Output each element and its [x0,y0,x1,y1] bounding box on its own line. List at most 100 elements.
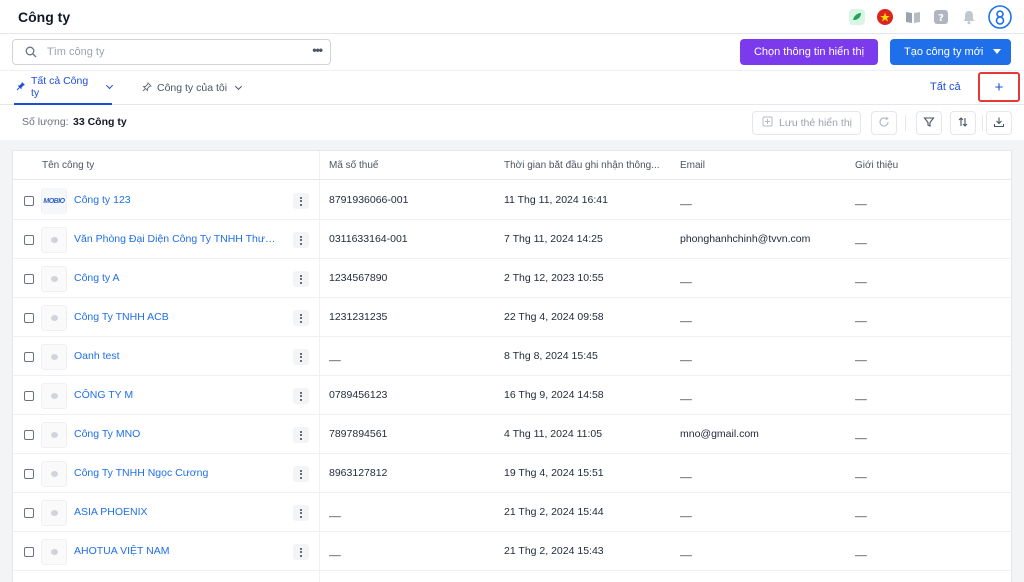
filter-button[interactable] [916,111,942,135]
row-checkbox[interactable] [24,196,34,206]
tab-all-companies[interactable]: Tất cả Công ty [14,71,114,105]
leaf-icon[interactable] [848,8,866,26]
row-checkbox[interactable] [24,469,34,479]
time-cell: 4 Thg 11, 2024 11:05 [504,428,603,440]
bell-icon[interactable] [960,8,978,26]
toolbar-divider [982,115,983,131]
flag-vn-icon[interactable] [876,8,894,26]
intro-cell: __ [855,194,867,206]
row-checkbox[interactable] [24,547,34,557]
kebab-icon[interactable] [293,271,309,287]
book-icon[interactable] [904,8,922,26]
time-cell: 21 Thg 2, 2024 15:43 [504,545,604,557]
tax-code-cell: __ [329,506,341,518]
column-header-name[interactable]: Tên công ty [42,160,94,171]
time-cell: 16 Thg 9, 2024 14:58 [504,389,604,401]
email-cell: phonghanhchinh@tvvn.com [680,233,811,245]
save-view-button[interactable]: Lưu thẻ hiển thị [752,111,861,135]
company-name-link[interactable]: CÔNG TY M [74,389,281,401]
kebab-icon[interactable] [293,388,309,404]
chevron-down-icon [106,81,114,90]
kebab-icon[interactable] [293,544,309,560]
time-cell: 7 Thg 11, 2024 14:25 [504,233,603,245]
company-logo [41,461,67,487]
table-row[interactable]: Văn Phòng Đại Diện Công Ty TNHH Thương M… [13,220,1011,259]
row-checkbox[interactable] [24,352,34,362]
company-logo [41,266,67,292]
column-header-time[interactable]: Thời gian bắt đầu ghi nhận thông... [504,160,664,171]
table-row[interactable]: MOBIO Công ty 123 8791936066-001 11 Thg 11,… [13,181,1011,220]
kebab-icon[interactable] [293,349,309,365]
caret-down-icon[interactable] [993,49,1001,54]
column-header-intro[interactable]: Giới thiệu [855,160,898,171]
time-cell: 19 Thg 4, 2024 15:51 [504,467,604,479]
choose-display-button[interactable]: Chọn thông tin hiển thị [740,39,878,65]
intro-cell: __ [855,272,867,284]
company-logo [41,539,67,565]
table-row[interactable]: CÔNG TY M 0789456123 16 Thg 9, 2024 14:58 _… [13,376,1011,415]
kebab-icon[interactable] [293,505,309,521]
column-header-email[interactable]: Email [680,160,705,171]
add-view-button[interactable]: + [978,72,1020,102]
table-row[interactable]: Oanh test __ 8 Thg 8, 2024 15:45 __ __ [13,337,1011,376]
table-row[interactable]: ASIA PHOENIX __ 21 Thg 2, 2024 15:44 __ __ [13,493,1011,532]
table-row[interactable]: AHOTUA VIỆT NAM __ 21 Thg 2, 2024 15:43 __ _… [13,532,1011,571]
row-checkbox[interactable] [24,391,34,401]
logo-placeholder-icon [50,237,58,243]
sort-button[interactable] [950,111,976,135]
table-row[interactable]: Công Ty TNHH Ngọc Cương 8963127812 19 Thg … [13,454,1011,493]
intro-cell: __ [855,506,867,518]
tab-label: Công ty của tôi [157,82,228,94]
row-checkbox[interactable] [24,274,34,284]
tax-code-cell: 8963127812 [329,467,388,479]
help-icon[interactable]: ? [932,8,950,26]
row-checkbox[interactable] [24,313,34,323]
search-icon [25,46,37,61]
email-cell: __ [680,506,692,518]
company-logo [41,227,67,253]
company-name-link[interactable]: Oanh test [74,350,281,362]
tax-code-cell: 1231231235 [329,311,388,323]
company-name-link[interactable]: Công Ty MNO [74,428,281,440]
logo-placeholder-icon [50,315,58,321]
download-button[interactable] [986,111,1012,135]
search-box[interactable]: ••• [12,39,331,65]
search-input[interactable] [47,44,297,60]
page-title: Công ty [18,9,71,25]
more-icon[interactable]: ••• [312,43,323,57]
refresh-button[interactable] [871,111,897,135]
company-name-link[interactable]: ASIA PHOENIX [74,506,281,518]
email-cell: __ [680,389,692,401]
create-company-label: Tạo công ty mới [904,46,984,58]
company-name-link[interactable]: Công Ty TNHH Ngọc Cương [74,467,281,479]
kebab-icon[interactable] [293,427,309,443]
company-name-link[interactable]: Công Ty TNHH ACB [74,311,281,323]
company-name-link[interactable]: Công ty 123 [74,194,281,206]
tax-code-cell: 1234567890 [329,272,388,284]
row-checkbox[interactable] [24,235,34,245]
row-checkbox[interactable] [24,508,34,518]
time-cell: 22 Thg 4, 2024 09:58 [504,311,604,323]
table-row[interactable]: Công ty A 1234567890 2 Thg 12, 2023 10:55 _… [13,259,1011,298]
avatar-icon[interactable] [988,5,1012,29]
company-name-link[interactable]: AHOTUA VIỆT NAM [74,545,281,557]
company-name-link[interactable]: Văn Phòng Đại Diện Công Ty TNHH Thương M… [74,233,281,245]
email-cell: __ [680,545,692,557]
top-icons: ? [848,4,1012,30]
table-row[interactable]: Công Ty MNO 7897894561 4 Thg 11, 2024 11:0… [13,415,1011,454]
row-checkbox[interactable] [24,430,34,440]
column-header-tax[interactable]: Mã số thuế [329,160,378,171]
company-name-link[interactable]: Công ty A [74,272,281,284]
logo-placeholder-icon [50,471,58,477]
all-views-link[interactable]: Tất cả [930,81,961,93]
table-row[interactable]: Công Ty TNHH ACB 1231231235 22 Thg 4, 2024… [13,298,1011,337]
company-logo [41,344,67,370]
kebab-icon[interactable] [293,232,309,248]
kebab-icon[interactable] [293,466,309,482]
tab-row: Tất cả Công ty Công ty của tôi Tất cả + [0,71,1024,105]
kebab-icon[interactable] [293,193,309,209]
create-company-button[interactable]: Tạo công ty mới [890,39,1011,65]
kebab-icon[interactable] [293,310,309,326]
logo-placeholder-icon [50,393,58,399]
tab-my-companies[interactable]: Công ty của tôi [142,71,246,105]
